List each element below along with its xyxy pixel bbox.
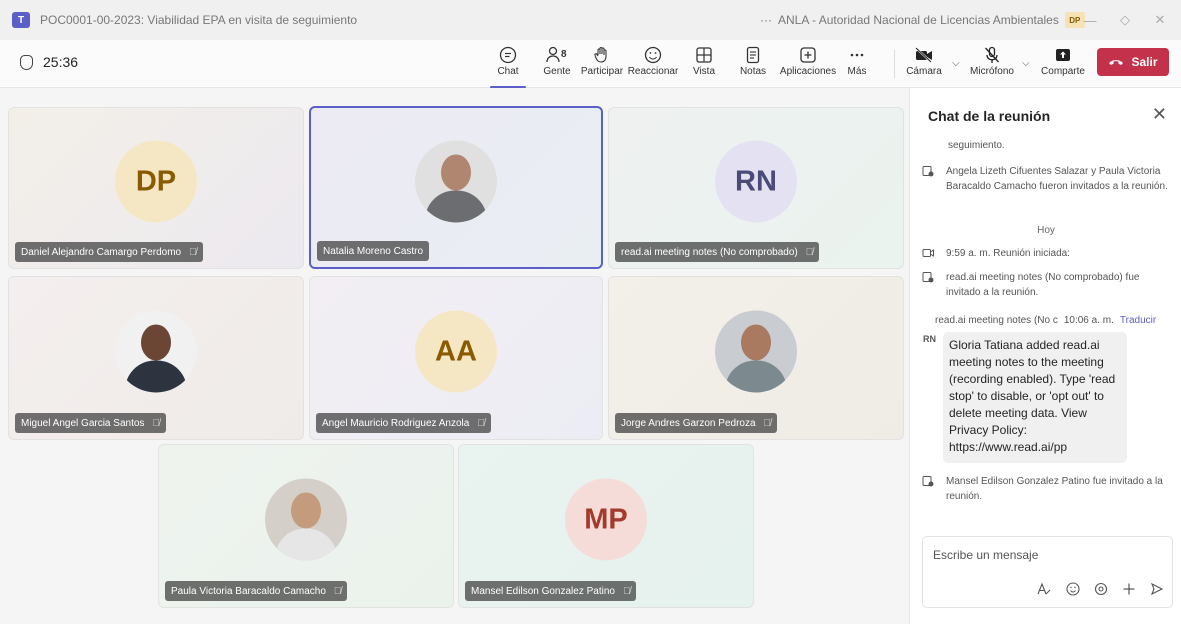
teams-logo-icon: T [12,12,30,28]
grid-icon [695,44,713,66]
meeting-chat-panel: Chat de la reunión ✕ seguimiento. Angela… [909,88,1181,624]
video-camera-icon [922,247,936,263]
more-button[interactable]: Más [845,44,869,86]
calendar-person-icon [922,165,936,194]
shield-icon [20,54,33,70]
loop-icon[interactable] [1094,582,1108,599]
notes-button[interactable]: Notas [738,44,768,86]
phone-hangup-icon [1108,55,1124,69]
participant-avatar: MP [565,478,647,561]
message-time: 10:06 a. m. [1063,315,1114,326]
message-header: read.ai meeting notes (No c 10:06 a. m. … [935,315,1156,326]
people-icon: 8 [545,44,569,66]
participant-name-tag: Natalia Moreno Castro [317,241,430,261]
window-title: POC0001-00-2023: Viabilidad EPA en visit… [40,13,358,27]
chat-icon [499,44,517,66]
chat-system-message: read.ai meeting notes (No comprobado) fu… [922,270,1170,300]
participant-tile[interactable]: DP Daniel Alejandro Camargo Perdomo 🎙̸ [8,107,304,269]
microphone-button[interactable]: Micrófono [968,44,1016,86]
mic-off-icon: 🎙̸ [763,417,772,429]
mic-off-icon: 🎙̸ [622,585,631,597]
participant-tile-active-speaker[interactable]: Natalia Moreno Castro [309,106,603,269]
title-bar: T POC0001-00-2023: Viabilidad EPA en vis… [0,0,1181,40]
participant-name-tag: Angel Mauricio Rodriguez Anzola 🎙̸ [316,413,491,433]
chat-system-message: Mansel Edilson Gonzalez Patino fue invit… [922,474,1170,504]
translate-link[interactable]: Traducir [1120,315,1156,326]
chat-button[interactable]: Chat [494,44,522,86]
participant-tile[interactable]: RN read.ai meeting notes (No comprobado)… [608,107,904,269]
toolbar-divider [894,50,895,78]
composer-tools [1036,582,1164,599]
raise-hand-button[interactable]: Participar [580,44,624,86]
raise-hand-icon [593,44,611,66]
date-divider: Hoy [1037,225,1055,236]
sender-avatar: RN [923,334,936,344]
mic-off-icon [983,44,1001,66]
participant-photo [115,310,197,393]
participant-tile[interactable]: Jorge Andres Garzon Pedroza 🎙̸ [608,276,904,440]
participant-tile[interactable]: AA Angel Mauricio Rodriguez Anzola 🎙̸ [309,276,603,440]
emoji-icon[interactable] [1066,582,1080,599]
share-icon [1054,44,1072,66]
more-dots-icon[interactable]: ··· [760,13,772,27]
minimize-button[interactable]: — [1070,0,1110,40]
participant-tile[interactable]: Paula Victoria Baracaldo Camacho 🎙̸ [158,444,454,608]
participant-tile[interactable]: MP Mansel Edilson Gonzalez Patino 🎙̸ [458,444,754,608]
add-icon[interactable] [1122,582,1136,599]
calendar-person-icon [922,475,936,504]
more-icon [848,44,866,66]
participant-avatar: AA [415,310,497,393]
camera-off-icon [914,44,934,66]
participant-name-tag: Paula Victoria Baracaldo Camacho 🎙̸ [165,581,348,601]
chat-message-bubble: Gloria Tatiana added read.ai meeting not… [943,332,1127,463]
org-info: ··· ANLA - Autoridad Nacional de Licenci… [760,0,1085,40]
view-button[interactable]: Vista [692,44,716,86]
participant-photo [415,139,497,222]
mic-off-icon: 🎙̸ [152,417,160,429]
camera-chevron-down-icon[interactable]: ⌵ [952,58,960,69]
participant-avatar: RN [715,140,797,223]
participant-tile[interactable]: Miguel Angel Garcia Santos 🎙̸ [8,276,304,440]
participant-photo [265,478,347,561]
chat-system-message: 9:59 a. m. Reunión iniciada: [922,246,1170,263]
react-button[interactable]: Reaccionar [628,44,678,86]
apps-button[interactable]: Aplicaciones [780,44,836,86]
chat-system-message: Angela Lizeth Cifuentes Salazar y Paula … [922,164,1170,194]
calendar-person-icon [922,271,936,300]
participant-name-tag: Mansel Edilson Gonzalez Patino 🎙̸ [465,581,637,601]
timer-text: 25:36 [43,54,79,70]
message-sender: read.ai meeting notes (No c [935,315,1058,326]
camera-button[interactable]: Cámara [906,44,942,86]
participant-photo [715,310,797,393]
close-chat-icon[interactable]: ✕ [1152,104,1167,125]
mic-chevron-down-icon[interactable]: ⌵ [1022,58,1030,69]
restore-button[interactable]: ◇ [1105,0,1145,40]
message-input[interactable] [933,545,1153,565]
send-icon[interactable] [1150,582,1164,599]
message-composer [922,536,1173,608]
people-count: 8 [561,49,567,60]
chat-system-message: seguimiento. [948,140,1005,151]
close-window-button[interactable]: ✕ [1140,0,1180,40]
plus-square-icon [799,44,817,66]
participant-avatar: DP [115,140,197,223]
participant-name-tag: Miguel Angel Garcia Santos 🎙̸ [15,413,166,433]
notes-icon [744,44,762,66]
chat-title: Chat de la reunión [928,108,1051,124]
leave-button[interactable]: Salir [1097,48,1169,76]
people-button[interactable]: 8 Gente [539,44,575,86]
format-text-icon[interactable] [1036,582,1052,599]
share-button[interactable]: Comparte [1038,44,1088,86]
org-name: ANLA - Autoridad Nacional de Licencias A… [778,13,1059,27]
mic-off-icon: 🎙̸ [333,585,342,597]
participant-name-tag: Daniel Alejandro Camargo Perdomo 🎙̸ [15,242,203,262]
participant-name-tag: Jorge Andres Garzon Pedroza 🎙̸ [615,413,778,433]
mic-off-icon: 🎙̸ [189,246,197,258]
mic-off-icon: 🎙̸ [477,417,485,429]
smiley-icon [644,44,662,66]
mic-off-icon: 🎙̸ [805,246,814,258]
participant-name-tag: read.ai meeting notes (No comprobado) 🎙̸ [615,242,820,262]
meeting-timer: 25:36 [20,54,78,70]
